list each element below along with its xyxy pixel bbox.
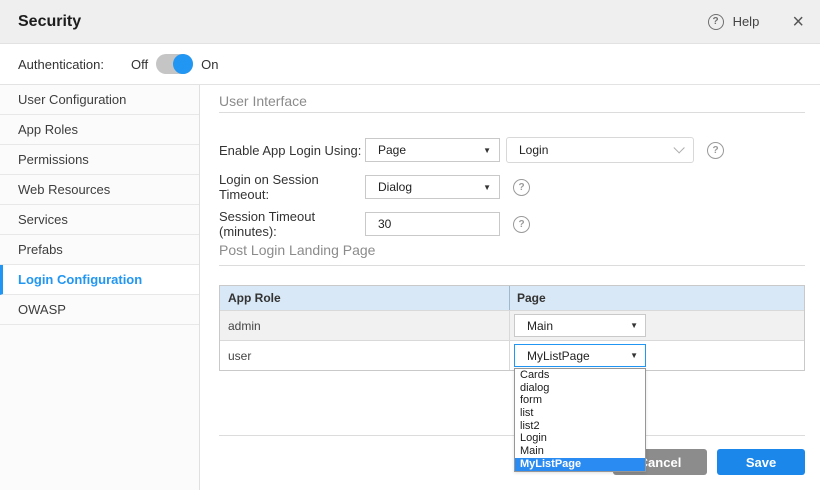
login-on-session-timeout-value: Dialog [378, 180, 412, 194]
sidebar-item-prefabs[interactable]: Prefabs [0, 235, 199, 265]
session-timeout-behavior-row: Login on Session Timeout: Dialog ▼ ? [219, 175, 805, 199]
page-cell: MyListPage ▼ Cards dialog form list list… [510, 341, 804, 370]
footer-divider [219, 435, 805, 436]
app-role-cell: user [220, 341, 510, 370]
save-button[interactable]: Save [717, 449, 805, 475]
dropdown-option-main[interactable]: Main [515, 445, 645, 458]
session-timeout-input[interactable] [365, 212, 500, 236]
dropdown-arrow-icon: ▼ [630, 351, 638, 360]
table-header-row: App Role Page [220, 286, 804, 310]
help-link[interactable]: Help [733, 14, 760, 29]
enable-app-login-value: Page [378, 143, 406, 157]
sidebar-item-web-resources[interactable]: Web Resources [0, 175, 199, 205]
enable-app-login-row: Enable App Login Using: Page ▼ Login ? [219, 137, 805, 163]
authentication-row: Authentication: Off On [0, 44, 820, 85]
page-dropdown-open-list: Cards dialog form list list2 Login Main … [514, 368, 646, 472]
help-icon[interactable]: ? [513, 179, 530, 196]
sidebar-item-owasp[interactable]: OWASP [0, 295, 199, 325]
toggle-on-label: On [201, 57, 218, 72]
dropdown-option-mylistpage[interactable]: MyListPage [515, 458, 645, 471]
main-content: User Interface Enable App Login Using: P… [200, 85, 820, 490]
sidebar: User Configuration App Roles Permissions… [0, 85, 200, 490]
column-header-app-role: App Role [220, 286, 510, 310]
login-page-combobox[interactable]: Login [506, 137, 694, 163]
help-icon[interactable]: ? [707, 142, 724, 159]
toggle-off-label: Off [131, 57, 148, 72]
login-page-value: Login [519, 143, 548, 157]
dropdown-arrow-icon: ▼ [483, 146, 491, 155]
login-on-session-timeout-select[interactable]: Dialog ▼ [365, 175, 500, 199]
dropdown-option-dialog[interactable]: dialog [515, 382, 645, 395]
titlebar: Security ? Help × [0, 0, 820, 44]
sidebar-item-services[interactable]: Services [0, 205, 199, 235]
sidebar-item-login-configuration[interactable]: Login Configuration [0, 265, 199, 295]
table-row: admin Main ▼ [220, 310, 804, 340]
section-post-login-landing-page: Post Login Landing Page [219, 242, 805, 266]
toggle-knob-icon [173, 54, 193, 74]
sidebar-item-app-roles[interactable]: App Roles [0, 115, 199, 145]
login-on-session-timeout-label: Login on Session Timeout: [219, 172, 365, 202]
chevron-down-icon [673, 142, 684, 153]
session-timeout-label: Session Timeout (minutes): [219, 209, 365, 239]
help-icon[interactable]: ? [513, 216, 530, 233]
sidebar-item-user-configuration[interactable]: User Configuration [0, 85, 199, 115]
page-cell: Main ▼ [510, 311, 804, 340]
admin-page-select[interactable]: Main ▼ [514, 314, 646, 337]
close-icon[interactable]: × [792, 12, 804, 32]
dropdown-option-cards[interactable]: Cards [515, 369, 645, 382]
enable-app-login-select[interactable]: Page ▼ [365, 138, 500, 162]
user-page-select[interactable]: MyListPage ▼ [514, 344, 646, 367]
admin-page-value: Main [527, 319, 553, 333]
section-user-interface: User Interface [219, 93, 805, 113]
dropdown-option-list2[interactable]: list2 [515, 420, 645, 433]
authentication-toggle[interactable] [156, 54, 193, 74]
dropdown-option-list[interactable]: list [515, 407, 645, 420]
dropdown-option-login[interactable]: Login [515, 432, 645, 445]
column-header-page: Page [510, 286, 804, 310]
enable-app-login-label: Enable App Login Using: [219, 143, 365, 158]
sidebar-item-permissions[interactable]: Permissions [0, 145, 199, 175]
session-timeout-minutes-row: Session Timeout (minutes): ? [219, 212, 805, 236]
page-title: Security [18, 13, 81, 31]
footer-buttons: Cancel Save [219, 449, 805, 475]
dropdown-arrow-icon: ▼ [483, 183, 491, 192]
landing-page-table: App Role Page admin Main ▼ user MyListPa… [219, 285, 805, 371]
dropdown-arrow-icon: ▼ [630, 321, 638, 330]
app-role-cell: admin [220, 311, 510, 340]
help-icon[interactable]: ? [708, 14, 724, 30]
authentication-label: Authentication: [18, 57, 104, 72]
dropdown-option-form[interactable]: form [515, 394, 645, 407]
user-page-value: MyListPage [527, 349, 590, 363]
table-row: user MyListPage ▼ Cards dialog form list… [220, 340, 804, 370]
titlebar-actions: ? Help × [708, 12, 804, 32]
